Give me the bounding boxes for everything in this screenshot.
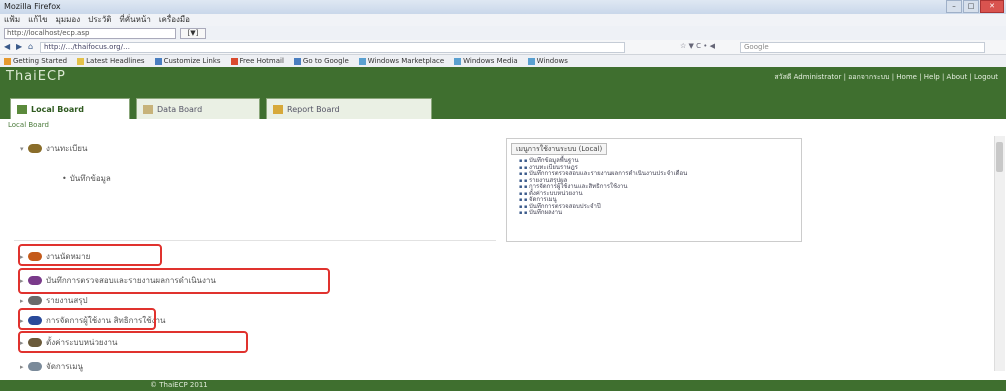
menu-history[interactable]: ประวัติ [88,14,111,26]
top-links[interactable]: สวัสดี Administrator | ออกจากระบบ | Home… [774,72,998,83]
bookmark-item[interactable]: Latest Headlines [77,57,145,65]
bookmark-icon [4,57,11,65]
menu-view[interactable]: มุมมอง [56,14,81,26]
bookmark-icon [77,57,85,65]
reports-icon [28,296,42,305]
expand-icon[interactable]: ▸ [20,363,28,371]
bookmark-item[interactable]: Getting Started [4,57,67,65]
bookmarks-toolbar: Getting Started Latest Headlines Customi… [0,55,1006,67]
window-titlebar: Mozilla Firefox – □ ✕ [0,0,1006,14]
menu-file[interactable]: แฟ้ม [4,14,20,26]
tree-node-registration[interactable]: ▾ งานทะเบียน [20,142,87,155]
highlight-box [18,308,156,330]
bookmark-item[interactable]: Windows Media [454,57,518,65]
scrollbar-thumb[interactable] [996,142,1003,172]
expand-icon[interactable]: ▸ [20,297,28,305]
bookmark-icon [154,57,162,65]
app-header: ThaiECP สวัสดี Administrator | ออกจากระบ… [0,67,1006,86]
tab-data-board[interactable]: Data Board [136,98,260,119]
address-bar[interactable]: http://…/thaifocus.org/… [40,42,625,53]
window-title: Mozilla Firefox [4,2,61,11]
tree-node-menu-management[interactable]: ▸ จัดการเมนู [20,360,83,373]
footer-text: © ThaiECP 2011 [150,381,208,389]
tab-report-board[interactable]: Report Board [266,98,432,119]
highlight-box [18,331,248,353]
home-icon[interactable]: ⌂ [28,42,33,51]
menu-box-title: เมนูการใช้งานระบบ (Local) [511,143,608,155]
vertical-scrollbar[interactable] [994,136,1005,371]
bookmark-item[interactable]: Customize Links [154,57,221,65]
forward-icon[interactable]: ▶ [16,42,22,51]
bookmark-item[interactable]: Go to Google [293,57,349,65]
menu-box-list: บันทึกข้อมูลพื้นฐาน งานทะเบียนราษฎร บันท… [519,157,687,217]
bookmark-item[interactable]: Windows [527,57,568,65]
bookmark-icon [230,57,238,65]
data-icon [143,105,153,114]
menu-bookmarks[interactable]: ที่คั่นหน้า [119,14,150,26]
tab-local-board[interactable]: Local Board [10,98,130,119]
board-icon [17,105,27,114]
menu-edit[interactable]: แก้ไข [28,14,48,26]
bullet-icon: • [62,174,67,183]
bookmark-icon [293,57,301,65]
window-controls: – □ ✕ [945,0,1004,13]
bookmark-item[interactable]: Free Hotmail [230,57,284,65]
app-logo[interactable]: ThaiECP [6,69,66,84]
secondary-url-row: http://localhost/ecp.asp [▼] [0,26,1006,40]
tree-divider [14,240,496,241]
highlight-box [18,268,330,294]
tree-node-record-data[interactable]: • บันทึกข้อมูล [62,172,111,185]
tree-panel: ▾ งานทะเบียน • บันทึกข้อมูล ▸ งานนัดหมาย… [14,136,496,371]
collapse-icon[interactable]: ▾ [20,145,28,153]
report-icon [273,105,283,114]
tree-node-reports[interactable]: ▸ รายงานสรุป [20,294,88,307]
bookmark-icon [454,57,462,65]
menu-icon [28,362,42,371]
menu-tools[interactable]: เครื่องมือ [159,14,190,26]
maximize-button[interactable]: □ [963,0,979,13]
highlight-box [18,244,162,266]
minimize-button[interactable]: – [946,0,962,13]
menu-box: เมนูการใช้งานระบบ (Local) บันทึกข้อมูลพื… [506,138,802,242]
address-tools[interactable]: ☆ ▼ C • ◀ [680,42,715,50]
bookmark-icon [527,57,535,65]
navigation-toolbar: ◀ ▶ ⌂ http://…/thaifocus.org/… ☆ ▼ C • ◀… [0,40,1006,55]
registration-icon [28,144,42,153]
back-icon[interactable]: ◀ [4,42,10,51]
search-input[interactable]: Google [740,42,985,53]
menu-link[interactable]: บันทึกผลงาน [519,209,687,217]
tab-strip: Local Board Data Board Report Board [0,86,1006,119]
close-button[interactable]: ✕ [980,0,1004,13]
url-field[interactable]: http://localhost/ecp.asp [4,28,176,39]
url-go-button[interactable]: [▼] [180,28,206,39]
page-subtitle: Local Board [8,121,49,129]
app-footer: © ThaiECP 2011 [0,380,1006,391]
bookmark-icon [358,57,366,65]
bookmark-item[interactable]: Windows Marketplace [358,57,444,65]
browser-menubar: แฟ้ม แก้ไข มุมมอง ประวัติ ที่คั่นหน้า เค… [0,14,1006,26]
